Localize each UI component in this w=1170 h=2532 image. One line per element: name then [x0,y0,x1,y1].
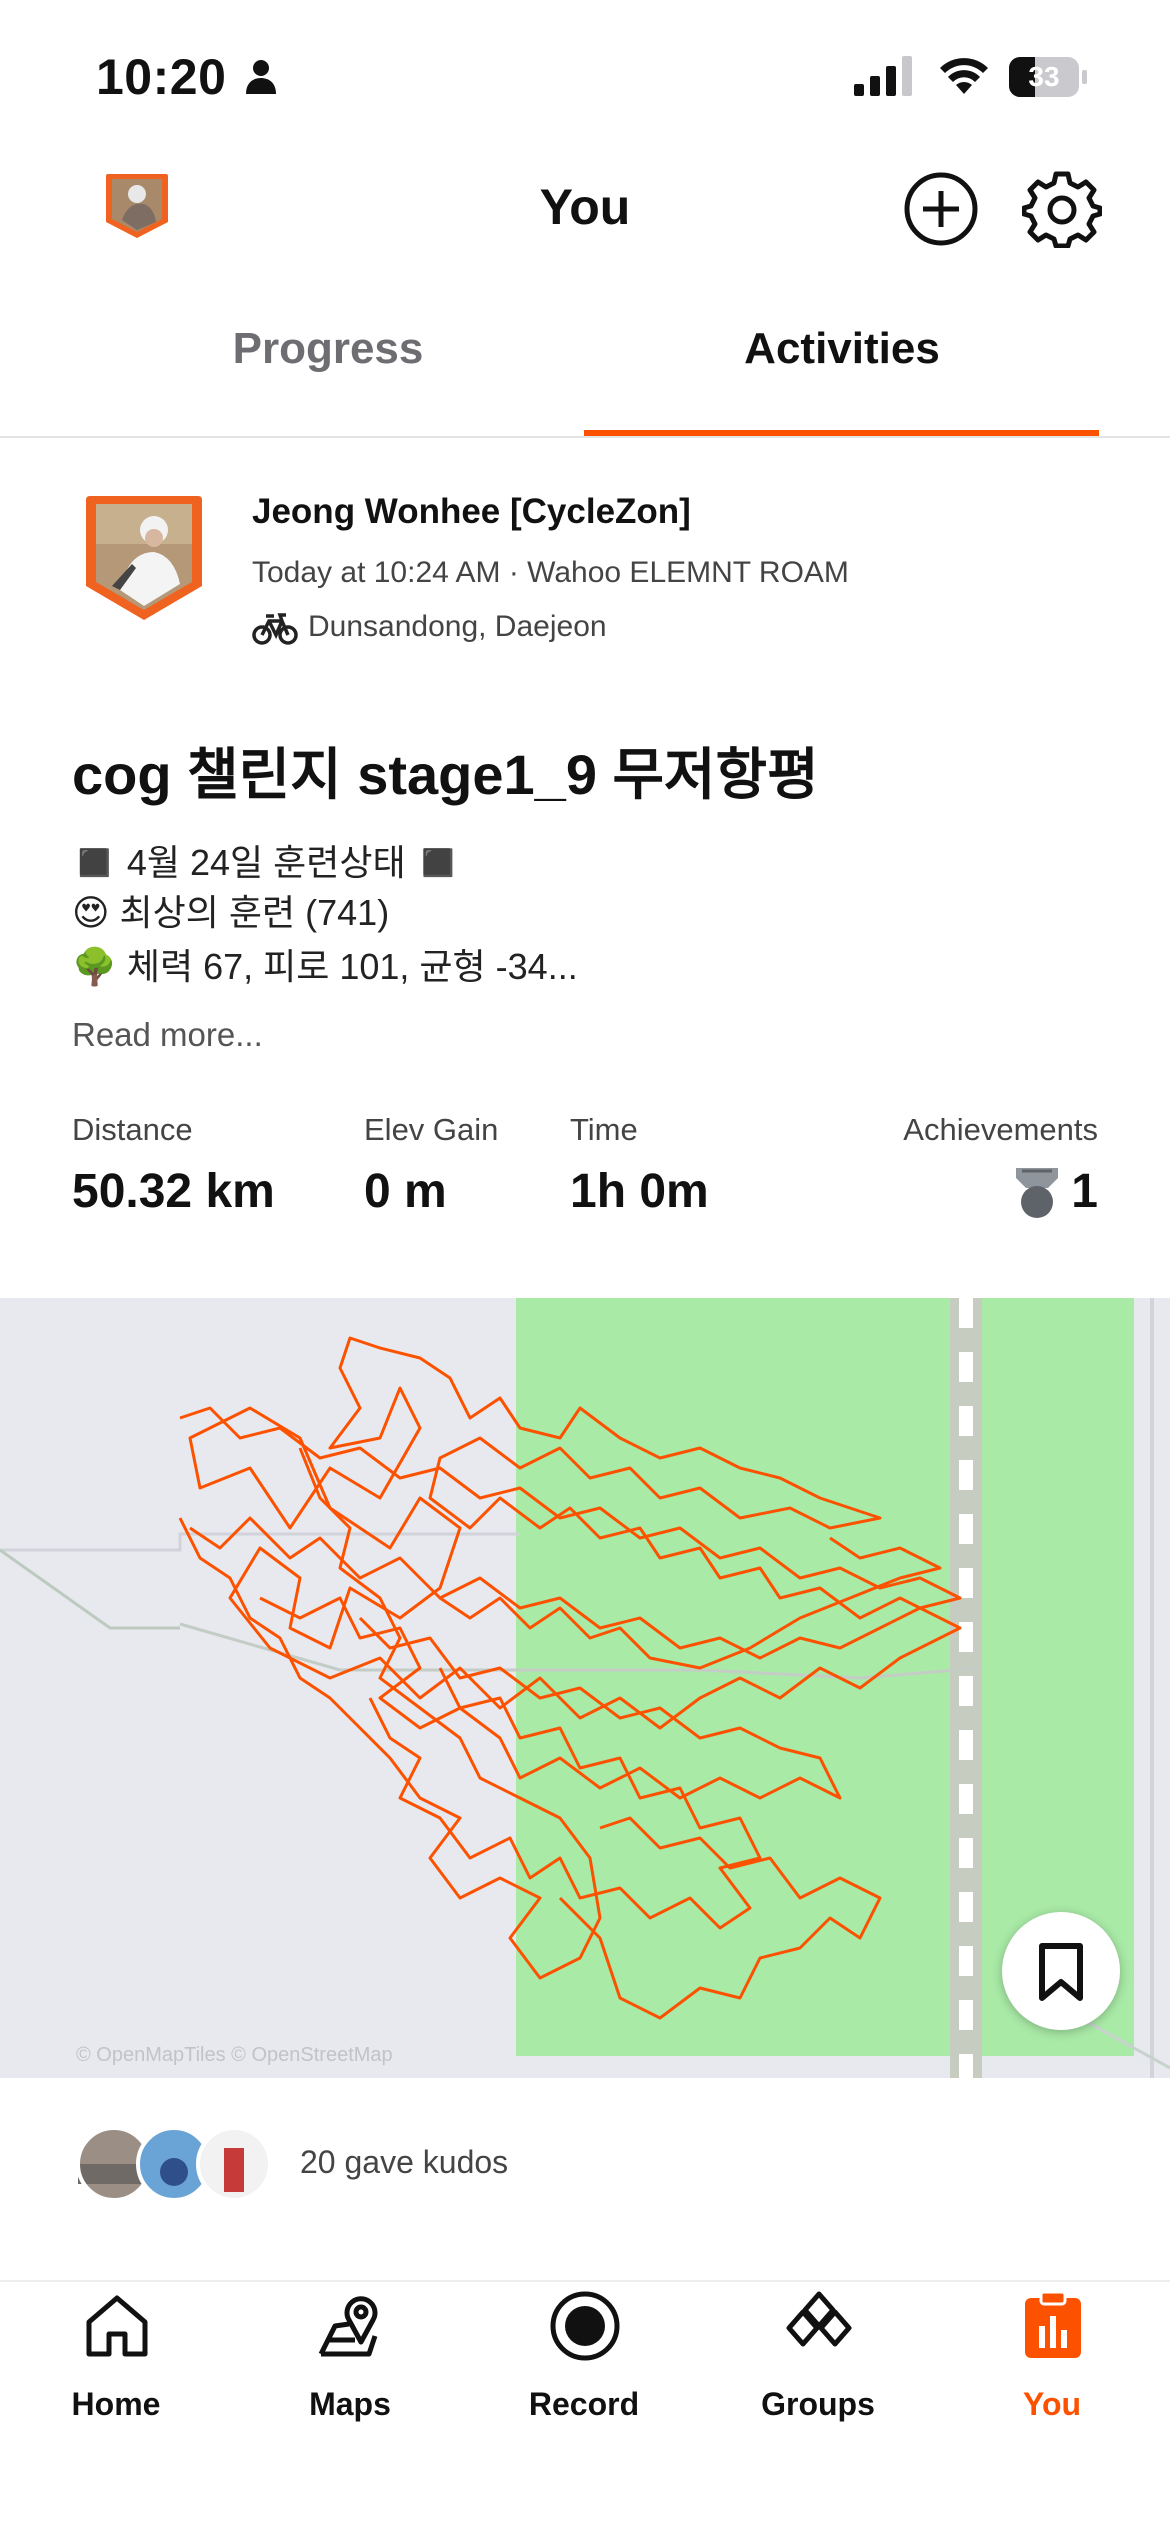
groups-icon [786,2291,852,2347]
description-line: 🌳 체력 67, 피로 101, 균형 -34... [72,946,578,987]
record-icon [550,2291,620,2361]
medal-icon [1016,1168,1058,1218]
activity-meta: Today at 10:24 AM · Wahoo ELEMNT ROAM [252,556,849,589]
nav-you[interactable]: You [962,2290,1142,2450]
nav-maps-label: Maps [309,2386,391,2422]
nav-maps[interactable]: Maps [260,2290,440,2450]
nav-record-label: Record [528,2386,640,2422]
stat-label-time: Time [570,1112,638,1147]
home-icon [86,2295,148,2357]
stat-value-distance: 50.32 km [72,1165,275,1218]
nav-groups-label: Groups [761,2386,875,2422]
activity-title[interactable]: cog 챌린지 stage1_9 무저항평 [72,730,819,811]
athlete-name[interactable]: Jeong Wonhee [CycleZon] [252,492,691,532]
activity-map[interactable]: © OpenMapTiles © OpenStreetMap [0,1298,1170,2078]
signal-icon [854,56,912,96]
wifi-icon [940,58,988,94]
kudos-count[interactable]: 20 gave kudos [300,2144,508,2181]
description-line: ◼️ 4월 24일 훈련상태 ◼️ [72,842,461,883]
page-title: You [539,179,631,235]
stat-value-achievements: 1 [1071,1165,1098,1218]
battery-indicator: 33 [1008,56,1090,98]
nav-you-label: You [1022,2386,1082,2422]
you-icon [1025,2290,1081,2358]
add-icon[interactable] [902,170,980,248]
nav-home-label: Home [71,2386,161,2422]
maps-icon [318,2296,378,2357]
tab-progress[interactable]: Progress [98,324,558,374]
bookmark-icon [1039,1943,1083,2001]
tab-activities[interactable]: Activities [612,324,1072,374]
activity-location: Dunsandong, Daejeon [308,610,607,643]
nav-groups[interactable]: Groups [728,2290,908,2450]
gear-icon[interactable] [1022,168,1102,248]
map-credit: © OpenMapTiles © OpenStreetMap [76,2044,393,2066]
stat-value-time: 1h 0m [570,1165,709,1218]
nav-record[interactable]: Record [494,2290,674,2450]
description-line: 😍 최상의 훈련 (741) [72,892,390,933]
person-icon [246,60,276,94]
bookmark-button[interactable] [1002,1912,1120,2030]
stat-label-elev-gain: Elev Gain [364,1112,499,1147]
stat-label-achievements: Achievements [903,1112,1098,1147]
battery-level: 33 [1028,61,1060,92]
bike-icon [252,613,298,645]
athlete-avatar[interactable] [84,494,204,624]
tabbar-divider [0,2280,1170,2282]
kudos-avatars[interactable] [76,2126,276,2202]
tab-divider [0,436,1170,438]
stat-value-elev-gain: 0 m [364,1165,447,1218]
nav-home[interactable]: Home [26,2290,206,2450]
status-time: 10:20 [96,49,227,105]
stat-label-distance: Distance [72,1112,193,1147]
read-more-link[interactable]: Read more... [72,1016,263,1054]
